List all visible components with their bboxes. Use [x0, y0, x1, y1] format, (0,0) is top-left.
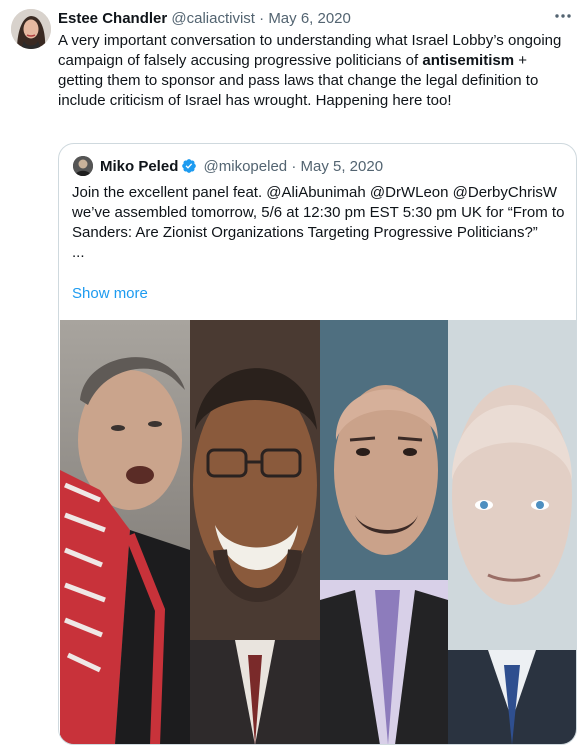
quoted-tweet[interactable]: Miko Peled @mikopeled · May 5, 2020 Join… — [58, 143, 577, 745]
quoted-tweet-text: Join the excellent panel feat. @AliAbuni… — [72, 183, 567, 263]
verified-badge-icon — [181, 158, 197, 174]
author-name[interactable]: Estee Chandler — [58, 10, 167, 27]
tweet-text: A very important conversation to underst… — [58, 31, 573, 111]
quoted-text-ellipsis: ... — [72, 244, 85, 261]
tweet-header: Estee Chandler @caliactivist · May 6, 20… — [58, 9, 547, 28]
panel-photo-4 — [448, 320, 576, 744]
author-avatar[interactable] — [11, 9, 51, 49]
tweet-date[interactable]: May 6, 2020 — [268, 10, 351, 27]
quoted-author-name[interactable]: Miko Peled — [100, 158, 178, 175]
header-separator: · — [259, 10, 265, 27]
author-handle[interactable]: @caliactivist — [171, 10, 255, 27]
panel-photo-3 — [320, 320, 448, 744]
quoted-author-handle[interactable]: @mikopeled — [204, 158, 288, 175]
show-more-link[interactable]: Show more — [72, 284, 148, 304]
quoted-text-body: Join the excellent panel feat. @AliAbuni… — [72, 184, 565, 241]
more-horizontal-icon[interactable] — [551, 6, 575, 26]
quoted-author-avatar[interactable] — [73, 156, 93, 176]
quoted-tweet-header: Miko Peled @mikopeled · May 5, 2020 — [100, 157, 383, 176]
tweet-text-bold: antisemitism — [422, 52, 515, 69]
quoted-header-separator: · — [291, 158, 297, 175]
panel-photo-2 — [190, 320, 320, 744]
quoted-tweet-image[interactable] — [60, 320, 576, 744]
quoted-tweet-date[interactable]: May 5, 2020 — [300, 158, 383, 175]
panel-photo-1 — [60, 320, 190, 744]
